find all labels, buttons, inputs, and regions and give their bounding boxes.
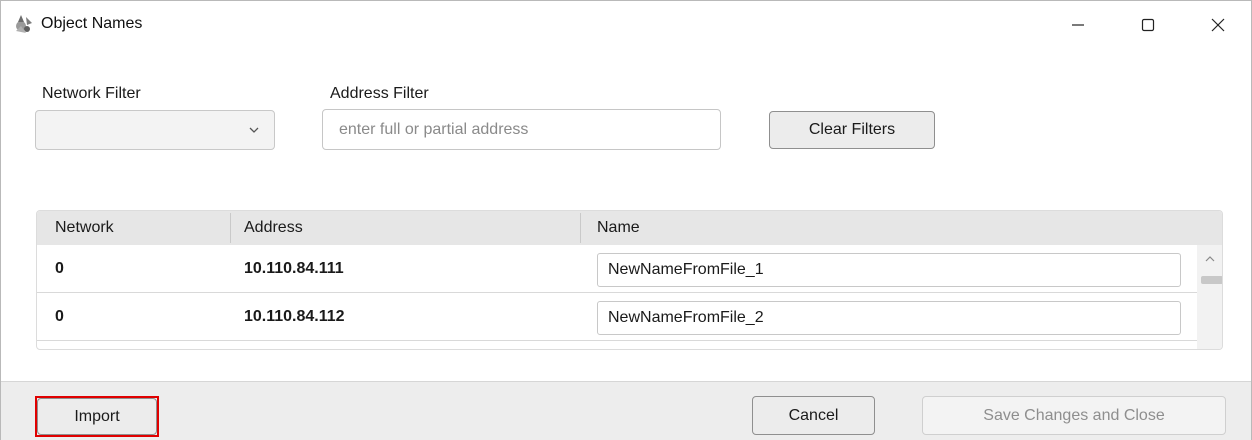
column-header-address[interactable]: Address: [244, 211, 303, 245]
window-title: Object Names: [41, 15, 143, 32]
table-header: Network Address Name: [37, 211, 1222, 245]
name-input[interactable]: NewNameFromFile_2: [597, 301, 1181, 335]
column-divider[interactable]: [230, 213, 231, 243]
import-highlight-box: [35, 396, 159, 437]
column-header-network[interactable]: Network: [55, 211, 114, 245]
maximize-button[interactable]: [1125, 1, 1171, 49]
network-cell: 0: [55, 260, 64, 277]
network-filter-dropdown[interactable]: [35, 110, 275, 150]
name-input[interactable]: NewNameFromFile_1: [597, 253, 1181, 287]
app-icon: [16, 15, 32, 33]
scroll-up-icon[interactable]: [1205, 255, 1215, 263]
column-divider[interactable]: [580, 213, 581, 243]
row-divider: [37, 340, 1197, 341]
clear-filters-button[interactable]: Clear Filters: [769, 111, 935, 149]
scroll-thumb[interactable]: [1201, 276, 1222, 284]
address-filter-label: Address Filter: [330, 85, 429, 102]
address-filter-input[interactable]: enter full or partial address: [322, 109, 721, 150]
title-bar: Object Names: [1, 1, 1251, 49]
object-names-table: Network Address Name 0 10.110.84.111 New…: [36, 210, 1223, 350]
address-filter-placeholder: enter full or partial address: [339, 121, 529, 138]
close-icon: [1211, 18, 1225, 32]
close-button[interactable]: [1195, 1, 1241, 49]
network-filter-label: Network Filter: [42, 85, 141, 102]
maximize-icon: [1141, 18, 1155, 32]
network-cell: 0: [55, 308, 64, 325]
address-cell: 10.110.84.112: [244, 308, 345, 325]
minimize-icon: [1072, 24, 1084, 26]
vertical-scrollbar[interactable]: [1197, 245, 1222, 349]
table-row[interactable]: 0 10.110.84.112 NewNameFromFile_2: [37, 293, 1197, 341]
cancel-button[interactable]: Cancel: [752, 396, 875, 435]
save-changes-and-close-button[interactable]: Save Changes and Close: [922, 396, 1226, 435]
column-header-name[interactable]: Name: [597, 211, 640, 245]
address-cell: 10.110.84.111: [244, 260, 344, 277]
table-row[interactable]: 0 10.110.84.111 NewNameFromFile_1: [37, 245, 1197, 293]
object-names-dialog: Object Names Network Filter Address Filt…: [0, 0, 1252, 440]
minimize-button[interactable]: [1055, 1, 1101, 49]
chevron-down-icon: [249, 127, 259, 133]
